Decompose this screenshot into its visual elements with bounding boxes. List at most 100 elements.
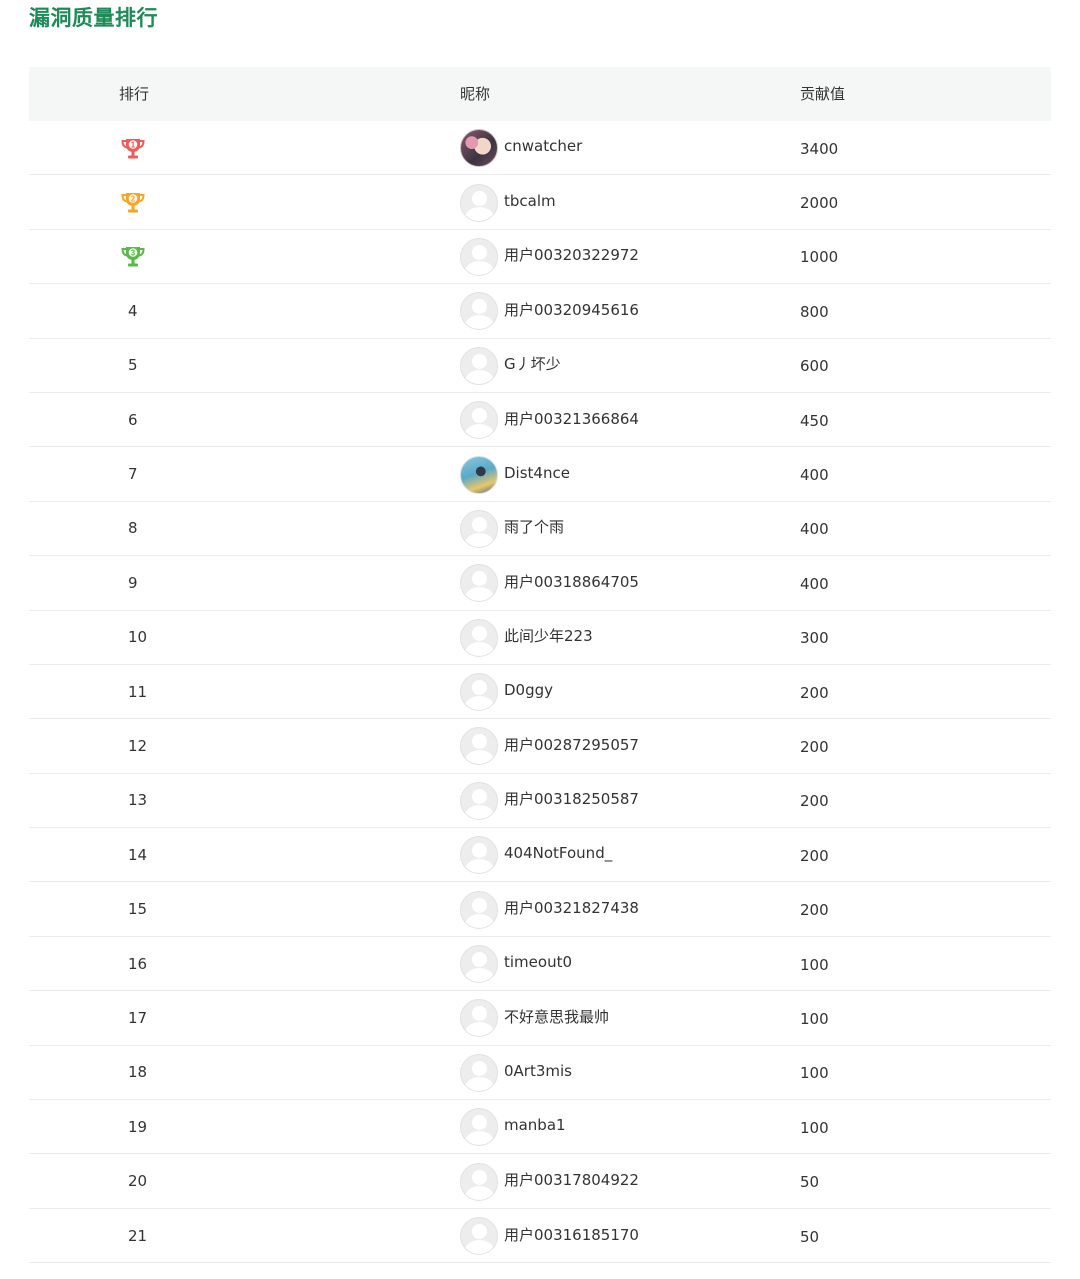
- score-cell: 100: [800, 1009, 829, 1028]
- default-user-avatar-icon[interactable]: [460, 1162, 498, 1201]
- avatar-head-shape: [472, 1006, 487, 1022]
- avatar-head-shape: [472, 244, 487, 260]
- score-cell: 450: [800, 411, 829, 430]
- default-user-avatar-icon[interactable]: [460, 1053, 498, 1092]
- user-nickname-link[interactable]: G丿坏少: [504, 353, 561, 374]
- avatar-head-shape: [472, 897, 487, 913]
- rank-cell: 6: [128, 410, 138, 429]
- default-user-avatar-icon[interactable]: [460, 1217, 498, 1255]
- user-nickname-link[interactable]: cnwatcher: [504, 137, 582, 155]
- nickname-cell: Dist4nce: [460, 447, 570, 500]
- nickname-cell: 不好意思我最帅: [460, 991, 609, 1044]
- nickname-cell: G丿坏少: [460, 339, 561, 392]
- table-row: 19 manba1 100: [29, 1100, 1051, 1155]
- user-avatar[interactable]: [460, 455, 498, 494]
- ranking-table: 排行 昵称 贡献值 1 cnwatcher 3400 2 tbcalm 2000 3 用户00…: [29, 67, 1051, 1264]
- user-nickname-link[interactable]: timeout0: [504, 953, 572, 971]
- nickname-cell: cnwatcher: [460, 121, 582, 174]
- default-user-avatar-icon[interactable]: [460, 564, 498, 603]
- default-user-avatar-icon[interactable]: [460, 1108, 498, 1147]
- nickname-cell: 用户00316185170: [460, 1209, 639, 1262]
- table-row: 18 0Art3mis 100: [29, 1046, 1051, 1101]
- score-cell: 200: [800, 737, 829, 756]
- default-user-avatar-icon[interactable]: [460, 292, 498, 331]
- default-user-avatar-icon[interactable]: [460, 237, 498, 276]
- nickname-cell: 用户00318250587: [460, 774, 639, 827]
- user-nickname-link[interactable]: 此间少年223: [504, 625, 593, 646]
- rank-cell: 17: [128, 1008, 148, 1027]
- default-user-avatar-icon[interactable]: [460, 401, 498, 440]
- user-nickname-link[interactable]: 用户00320322972: [504, 244, 639, 265]
- rank-cell: 15: [128, 900, 148, 919]
- header-rank: 排行: [119, 85, 150, 103]
- table-row: 11 D0ggy 200: [29, 665, 1051, 720]
- rank-cell: 12: [128, 736, 148, 755]
- score-cell: 300: [800, 629, 829, 648]
- avatar-head-shape: [472, 734, 487, 750]
- user-avatar[interactable]: [460, 129, 498, 168]
- default-user-avatar-icon[interactable]: [460, 618, 498, 657]
- user-nickname-link[interactable]: manba1: [504, 1116, 566, 1134]
- score-cell: 100: [800, 1064, 829, 1083]
- ranking-page: 漏洞质量排行 排行 昵称 贡献值 1 cnwatcher 3400 2 tbcalm 20…: [0, 0, 1080, 1279]
- trophy-rank-1-icon: 1: [120, 138, 145, 159]
- table-header: 排行 昵称 贡献值: [29, 67, 1051, 121]
- score-cell: 400: [800, 466, 829, 485]
- user-nickname-link[interactable]: 404NotFound_: [504, 844, 612, 862]
- default-user-avatar-icon[interactable]: [460, 509, 498, 548]
- user-nickname-link[interactable]: 雨了个雨: [504, 516, 564, 537]
- default-user-avatar-icon[interactable]: [460, 836, 498, 875]
- rank-cell: 18: [128, 1063, 148, 1082]
- default-user-avatar-icon[interactable]: [460, 727, 498, 766]
- score-cell: 200: [800, 901, 829, 920]
- rank-cell: 14: [128, 845, 148, 864]
- avatar-body-shape: [465, 913, 494, 928]
- user-nickname-link[interactable]: 用户00316185170: [504, 1224, 639, 1245]
- user-nickname-link[interactable]: 用户00287295057: [504, 734, 639, 755]
- trophy-rank-3-icon: 3: [120, 247, 145, 267]
- avatar-body-shape: [465, 369, 494, 384]
- user-nickname-link[interactable]: 用户00320945616: [504, 299, 639, 320]
- rank-cell: 11: [128, 682, 148, 701]
- avatar-head-shape: [472, 625, 487, 641]
- score-cell: 2000: [800, 194, 839, 213]
- score-cell: 200: [800, 846, 829, 865]
- user-nickname-link[interactable]: 0Art3mis: [504, 1062, 572, 1080]
- default-user-avatar-icon[interactable]: [460, 945, 498, 984]
- user-nickname-link[interactable]: 用户00318250587: [504, 788, 639, 809]
- user-nickname-link[interactable]: 不好意思我最帅: [504, 1006, 609, 1027]
- nickname-cell: 此间少年223: [460, 611, 593, 664]
- score-cell: 50: [800, 1227, 820, 1246]
- user-nickname-link[interactable]: 用户00317804922: [504, 1169, 639, 1190]
- user-nickname-link[interactable]: 用户00321366864: [504, 408, 639, 429]
- user-nickname-link[interactable]: Dist4nce: [504, 464, 570, 482]
- nickname-cell: 用户00321827438: [460, 882, 639, 935]
- user-nickname-link[interactable]: D0ggy: [504, 681, 553, 699]
- default-user-avatar-icon[interactable]: [460, 890, 498, 929]
- header-nickname: 昵称: [460, 85, 491, 103]
- nickname-cell: 404NotFound_: [460, 828, 612, 881]
- svg-text:2: 2: [130, 195, 135, 204]
- avatar-head-shape: [472, 408, 487, 424]
- default-user-avatar-icon[interactable]: [460, 183, 498, 222]
- avatar-body-shape: [465, 1131, 494, 1146]
- avatar-body-shape: [465, 859, 494, 874]
- table-row: 7 Dist4nce 400: [29, 447, 1051, 502]
- rank-cell: 10: [128, 628, 148, 647]
- nickname-cell: manba1: [460, 1100, 566, 1153]
- default-user-avatar-icon[interactable]: [460, 781, 498, 820]
- rank-cell: 8: [128, 519, 138, 538]
- table-body: 1 cnwatcher 3400 2 tbcalm 2000 3 用户00320322972 1…: [29, 121, 1051, 1264]
- nickname-cell: 用户00317804922: [460, 1154, 639, 1207]
- default-user-avatar-icon[interactable]: [460, 346, 498, 385]
- default-user-avatar-icon[interactable]: [460, 673, 498, 712]
- score-cell: 800: [800, 302, 829, 321]
- user-nickname-link[interactable]: 用户00321827438: [504, 897, 639, 918]
- user-nickname-link[interactable]: tbcalm: [504, 192, 556, 210]
- rank-cell: 3: [119, 230, 146, 283]
- nickname-cell: tbcalm: [460, 175, 556, 228]
- user-nickname-link[interactable]: 用户00318864705: [504, 571, 639, 592]
- default-user-avatar-icon[interactable]: [460, 999, 498, 1038]
- avatar-head-shape: [472, 1115, 487, 1131]
- nickname-cell: 雨了个雨: [460, 502, 564, 555]
